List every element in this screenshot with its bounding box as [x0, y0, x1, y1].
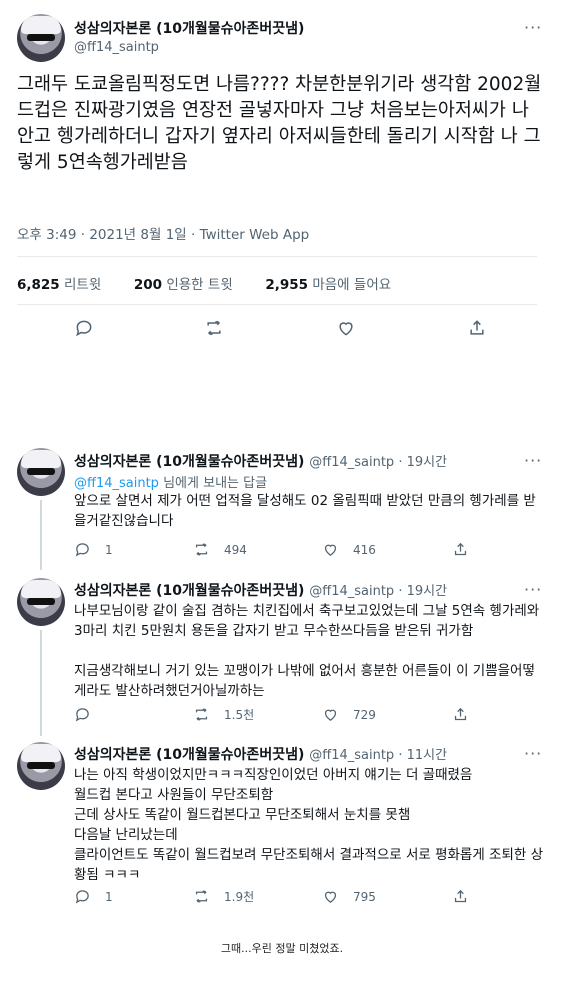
display-name[interactable]: 성삼의자본론 (10개월물슈아존버끗냄)	[74, 18, 304, 38]
reply-time[interactable]: 11시간	[407, 748, 447, 763]
retweets-stat[interactable]: 6,825 리트윗	[17, 277, 101, 293]
avatar[interactable]	[17, 448, 65, 496]
retweet-count: 1.5천	[224, 708, 255, 722]
reply-text: 앞으로 살면서 제가 어떤 업적을 달성해도 02 올림픽때 받았던 만큼의 헹…	[74, 493, 536, 529]
reply-header: 성삼의자본론 (10개월물슈아존버끗냄) @ff14_saintp · 11시간	[74, 747, 448, 763]
reply-button[interactable]: 1	[74, 888, 113, 905]
share-icon[interactable]	[452, 706, 469, 723]
reply-count: 1	[105, 542, 113, 557]
handle[interactable]: @ff14_saintp	[309, 584, 394, 599]
display-name[interactable]: 성삼의자본론 (10개월물슈아존버끗냄)	[74, 583, 304, 599]
retweet-icon	[195, 708, 208, 721]
reply-icon	[75, 890, 89, 904]
reply-header: 성삼의자본론 (10개월물슈아존버끗냄) @ff14_saintp · 19시간	[74, 583, 448, 599]
more-options-icon[interactable]: ···	[524, 744, 542, 763]
replying-to: @ff14_saintp 님에게 보내는 답글	[74, 472, 267, 491]
caption: 그때...우린 정말 미쳤었죠.	[220, 942, 344, 955]
like-icon	[324, 709, 337, 721]
likes-label: 마음에 들어요	[312, 277, 392, 293]
display-name[interactable]: 성삼의자본론 (10개월물슈아존버끗냄)	[74, 454, 304, 470]
retweet-button[interactable]: 494	[193, 541, 247, 558]
quotes-label: 인용한 트윗	[166, 277, 233, 293]
reply-icon	[75, 543, 89, 557]
reply-time[interactable]: 19시간	[407, 584, 447, 599]
like-count: 416	[353, 542, 376, 557]
reply-text-line: 클라이언트도 똑같이 월드컵보려 무단조퇴해서 결과적으로 서로 평화롭게 조퇴…	[74, 847, 544, 883]
avatar[interactable]	[17, 578, 65, 626]
reply-icon[interactable]	[74, 318, 94, 338]
more-options-icon[interactable]: ···	[524, 18, 542, 37]
like-button[interactable]: 795	[322, 888, 376, 905]
reply-text-line: 근데 상사도 똑같이 월드컵본다고 무단조퇴해서 눈치를 못챔	[74, 807, 411, 823]
more-options-icon[interactable]: ···	[524, 451, 542, 470]
reply-to-label: 님에게 보내는 답글	[163, 476, 268, 491]
handle[interactable]: @ff14_saintp	[309, 455, 394, 470]
handle[interactable]: @ff14_saintp	[74, 40, 159, 55]
likes-count: 2,955	[265, 277, 309, 293]
reply-button[interactable]	[74, 706, 105, 723]
like-icon[interactable]	[336, 318, 356, 338]
share-icon[interactable]	[452, 888, 469, 905]
reply-count: 1	[105, 889, 113, 904]
tweet-stats: 6,825 리트윗 200 인용한 트윗 2,955 마음에 들어요	[17, 273, 391, 293]
share-icon[interactable]	[467, 318, 487, 338]
reply-text: 지금생각해보니 거기 있는 꼬맹이가 나밖에 없어서 흥분한 어른들이 이 기쁨…	[74, 663, 535, 699]
like-button[interactable]: 416	[322, 541, 376, 558]
quotes-count: 200	[133, 277, 163, 293]
like-button[interactable]: 729	[322, 706, 376, 723]
like-count: 729	[353, 707, 376, 722]
tweet-timestamp[interactable]: 오후 3:49 · 2021년 8월 1일 · Twitter Web App	[17, 223, 309, 243]
reply-button[interactable]: 1	[74, 541, 113, 558]
thread-line	[40, 630, 42, 736]
reply-text-line: 다음날 난리났는데	[74, 827, 178, 843]
retweet-icon	[195, 543, 208, 556]
thread-line	[40, 500, 42, 570]
retweet-button[interactable]: 1.5천	[193, 706, 254, 723]
retweets-count: 6,825	[17, 277, 60, 293]
likes-stat[interactable]: 2,955 마음에 들어요	[265, 277, 391, 293]
retweet-button[interactable]: 1.9천	[193, 888, 254, 905]
display-name[interactable]: 성삼의자본론 (10개월물슈아존버끗냄)	[74, 747, 304, 763]
reply-icon	[75, 708, 89, 722]
reply-header: 성삼의자본론 (10개월물슈아존버끗냄) @ff14_saintp · 19시간	[74, 454, 448, 470]
tweet-text: 그래두 도쿄올림픽정도면 나름???? 차분한분위기라 생각함 2002월드컵은…	[17, 74, 542, 173]
handle[interactable]: @ff14_saintp	[309, 748, 394, 763]
reply-text: 나부모님이랑 같이 술집 겸하는 치킨집에서 축구보고있었는데 그날 5연속 헹…	[74, 603, 540, 639]
reply-time[interactable]: 19시간	[407, 455, 447, 470]
divider	[17, 304, 537, 305]
retweets-label: 리트윗	[64, 277, 102, 293]
quotes-stat[interactable]: 200 인용한 트윗	[134, 277, 233, 293]
retweet-icon[interactable]	[204, 318, 224, 338]
reply-text-line: 월드컵 본다고 사원들이 무단조퇴함	[74, 787, 274, 803]
divider	[17, 256, 537, 257]
retweet-icon	[195, 890, 208, 903]
reply-to-handle[interactable]: @ff14_saintp	[74, 476, 159, 491]
more-options-icon[interactable]: ···	[524, 580, 542, 599]
reply-text-line: 나는 아직 학생이었지만ㅋㅋㅋ직장인이었던 아버지 얘기는 더 골때렸음	[74, 767, 473, 783]
like-count: 795	[353, 889, 376, 904]
like-icon	[324, 891, 337, 903]
retweet-count: 494	[224, 542, 247, 557]
like-icon	[324, 544, 337, 556]
share-icon[interactable]	[452, 541, 469, 558]
avatar[interactable]	[17, 14, 65, 62]
avatar[interactable]	[17, 742, 65, 790]
retweet-count: 1.9천	[224, 890, 255, 904]
